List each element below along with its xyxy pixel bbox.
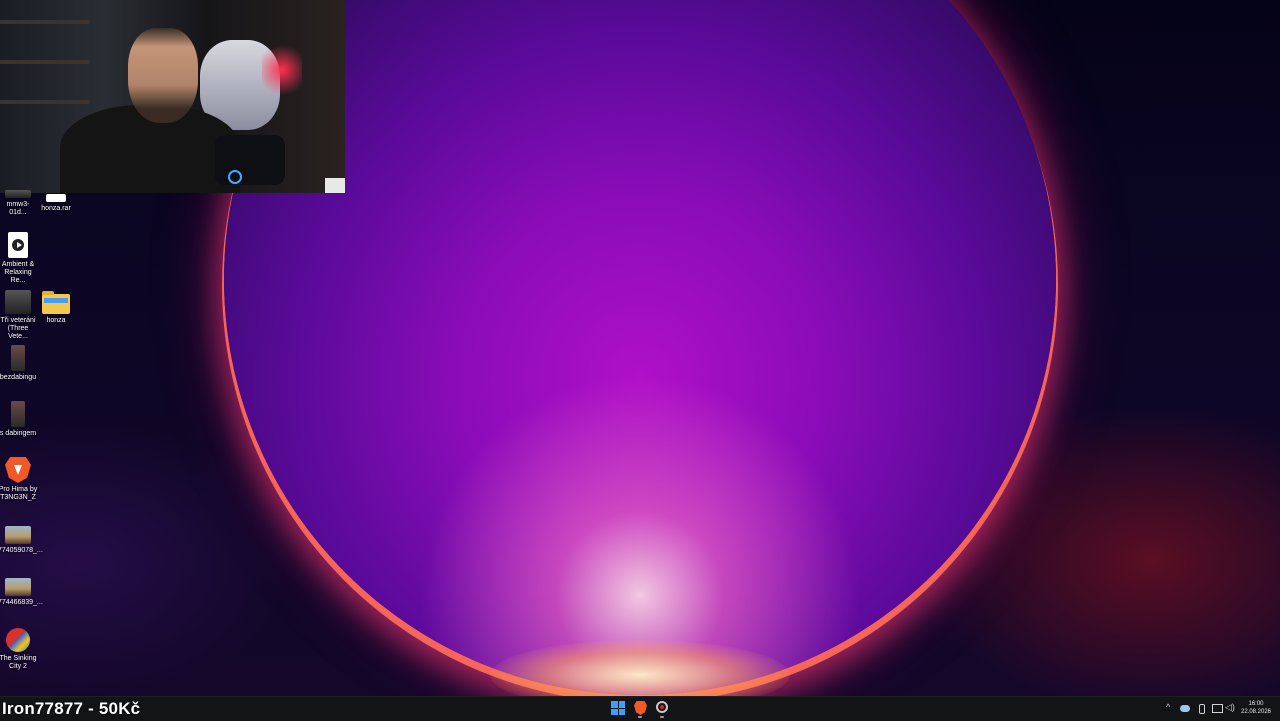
running-indicator (660, 716, 664, 718)
video-file-icon (5, 190, 31, 198)
speaker-icon[interactable]: ◁) (1225, 702, 1235, 712)
microphone (215, 135, 285, 185)
network-icon[interactable] (1212, 704, 1223, 713)
desktop-icon-label: 774466839_... (0, 599, 43, 606)
streamer-head (128, 28, 198, 123)
desktop-icon-sinking-city[interactable]: The Sinking City 2 (0, 628, 38, 671)
video-file-icon (11, 345, 25, 371)
webcam-overlay (0, 0, 345, 193)
cloud-icon[interactable] (1180, 705, 1190, 712)
start-tile (611, 701, 618, 708)
desktop-icon-s-dabingem[interactable]: s dabingem (0, 401, 38, 438)
desktop-icon-photo-1[interactable]: 774059078_... (0, 522, 43, 555)
red-light (262, 40, 302, 100)
clock-date: 22.08.2026 (1240, 709, 1272, 715)
desktop-icon-label: bezdabingu (0, 374, 37, 381)
desktop-icon-label: The Sinking City 2 (0, 655, 37, 670)
rar-file-icon (46, 194, 66, 202)
desktop-icon-bezdabingu[interactable]: bezdabingu (0, 345, 38, 382)
desktop-icon-mmw3[interactable]: mmw3-01d... (0, 190, 38, 217)
start-icon[interactable] (611, 701, 625, 715)
desktop-icon-label: Tři veteráni (Three Vete... (0, 317, 36, 340)
desktop-icon-label: honza.rar (41, 205, 71, 212)
mic-light (228, 170, 242, 184)
desktop-icon-honza-folder[interactable]: honza (36, 290, 76, 325)
video-file-icon (5, 290, 31, 314)
start-tile (618, 708, 625, 715)
start-tile (618, 701, 625, 708)
shelf (0, 60, 90, 64)
desktop-icon-label: s dabingem (0, 430, 37, 437)
microphone-icon[interactable] (1199, 704, 1205, 714)
desktop-icon-label: Ambient & Relaxing Re... (1, 261, 35, 284)
image-file-icon (5, 526, 31, 544)
system-clock[interactable]: 16:00 22.08.2026 (1236, 700, 1276, 716)
desktop-icon-tri-veterani[interactable]: Tři veteráni (Three Vete... (0, 290, 38, 341)
shelf (0, 20, 90, 24)
desktop-icon-label: mmw3-01d... (6, 201, 30, 216)
desktop-icon-label: honza (46, 317, 66, 324)
obs-studio-icon[interactable] (656, 701, 668, 713)
donation-overlay-text: Iron77877 - 50Kč (2, 699, 141, 718)
media-file-icon (8, 232, 28, 258)
clock-time: 16:00 (1248, 701, 1264, 707)
desktop-icon-label: 774059078_... (0, 547, 43, 554)
video-file-icon (11, 401, 25, 427)
desktop-icon-photo-2[interactable]: 774466839_... (0, 574, 43, 607)
game-icon (6, 628, 30, 652)
desktop-icon-pro-hima[interactable]: Pro Hima by T3NG3N_Z (0, 457, 38, 502)
webcam-corner (325, 178, 345, 193)
desktop-icon-honza-rar[interactable]: honza.rar (36, 194, 76, 213)
image-file-icon (5, 578, 31, 596)
running-indicator (638, 716, 642, 718)
wallpaper-orb (224, 0, 1056, 695)
folder-icon (42, 291, 70, 314)
desktop-icon-ambient[interactable]: Ambient & Relaxing Re... (0, 232, 38, 285)
shelf (0, 100, 90, 104)
chevron-up-icon[interactable]: ^ (1166, 702, 1170, 712)
start-tile (611, 708, 618, 715)
desktop-icon-label: Pro Hima by T3NG3N_Z (0, 486, 38, 501)
brave-icon (5, 457, 31, 483)
